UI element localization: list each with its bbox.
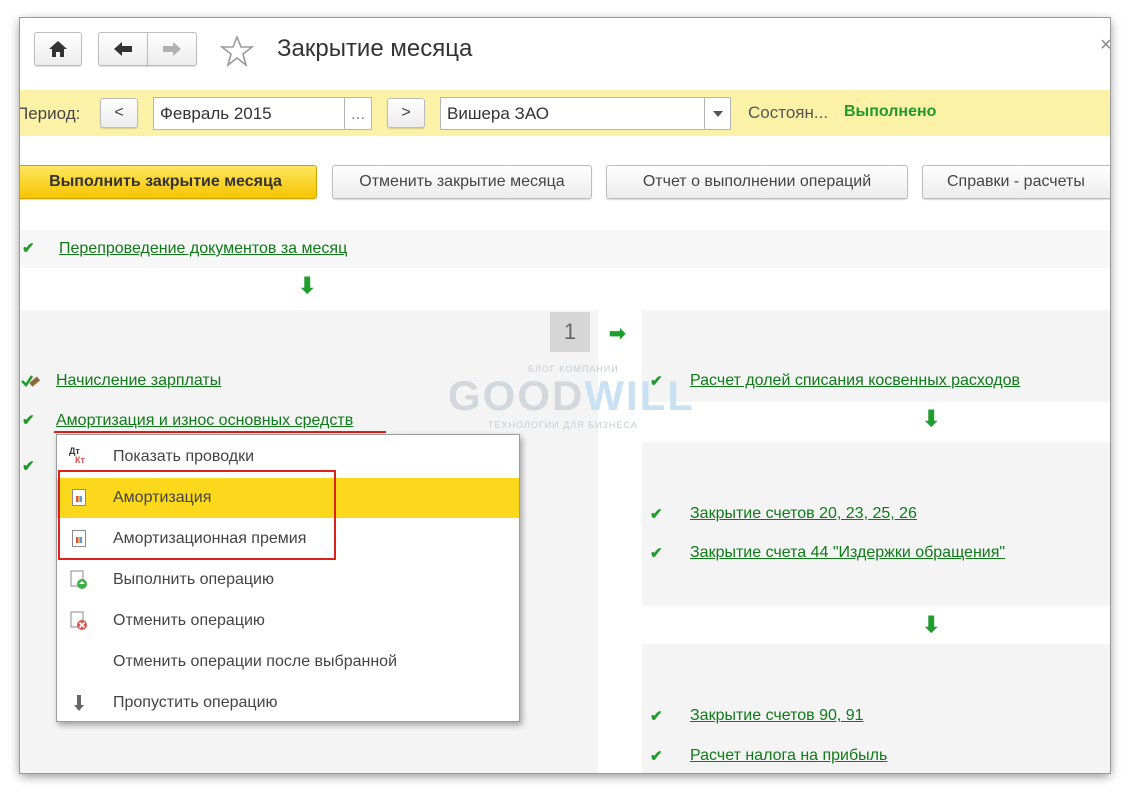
menu-item-label: Пропустить операцию [113, 694, 278, 711]
favorite-star[interactable] [219, 34, 255, 68]
highlight-rectangle [58, 470, 336, 560]
state-value: Выполнено [844, 103, 937, 120]
operations-report-button[interactable]: Отчет о выполнении операций [606, 165, 908, 199]
home-icon [49, 41, 67, 57]
cancel-closing-label: Отменить закрытие месяца [359, 173, 565, 190]
arrow-left-icon [114, 42, 132, 56]
indirect-check-icon: ✔ [650, 373, 663, 390]
close-90-link[interactable]: Закрытие счетов 90, 91 [690, 707, 864, 725]
depreciation-check-icon: ✔ [22, 412, 35, 429]
payroll-link[interactable]: Начисление зарплаты [56, 372, 221, 390]
close-44-link[interactable]: Закрытие счета 44 "Издержки обращения" [690, 544, 1005, 562]
menu-item-label: Отменить операции после выбранной [113, 653, 398, 670]
star-icon [219, 34, 255, 68]
run-closing-label: Выполнить закрытие месяца [49, 173, 282, 190]
close-90-check-icon: ✔ [650, 708, 663, 725]
close-20-check-icon: ✔ [650, 506, 663, 523]
menu-item-cancel-after-selected[interactable]: Отменить операции после выбранной [57, 642, 519, 682]
cancel-closing-button[interactable]: Отменить закрытие месяца [332, 165, 592, 199]
back-button[interactable] [98, 32, 148, 66]
run-closing-button[interactable]: Выполнить закрытие месяца [20, 165, 317, 199]
stage-number: 1 [563, 319, 577, 344]
check-pencil-icon [21, 375, 41, 387]
close-44-check-icon: ✔ [650, 545, 663, 562]
organization-field[interactable]: Вишера ЗАО [440, 97, 705, 130]
period-value: Февраль 2015 [160, 103, 272, 123]
window: Закрытие месяца × Период: < Февраль 2015… [20, 18, 1110, 773]
kt-label: Кт [75, 455, 85, 465]
close-icon[interactable]: × [1100, 34, 1110, 57]
period-field[interactable]: Февраль 2015 [153, 97, 345, 130]
help-calculations-label: Справки - расчеты [947, 173, 1085, 190]
arrow-down-icon [69, 693, 89, 713]
state-label: Состоян... [748, 103, 829, 122]
help-calculations-button[interactable]: Справки - расчеты [922, 165, 1110, 199]
forward-button[interactable] [147, 32, 197, 66]
right-panel-2 [642, 442, 1110, 606]
close-20-link[interactable]: Закрытие счетов 20, 23, 25, 26 [690, 505, 917, 523]
menu-item-label: Показать проводки [113, 448, 255, 465]
next-period-button[interactable]: > [387, 98, 425, 128]
home-button[interactable] [34, 32, 82, 66]
arrow-right-icon: ➡ [609, 323, 626, 345]
period-label: Период: [20, 104, 81, 123]
stage-number-badge: 1 [550, 312, 590, 352]
arrow-right-icon [163, 42, 181, 56]
tax-link[interactable]: Расчет налога на прибыль [690, 747, 887, 765]
organization-value: Вишера ЗАО [447, 103, 550, 123]
organization-dropdown-button[interactable] [704, 97, 731, 130]
arrow-down-icon: ⬇ [298, 273, 317, 298]
payroll-status-icon [20, 372, 42, 395]
cancel-operation-icon [69, 611, 89, 631]
execute-icon [69, 570, 89, 590]
period-picker-button[interactable]: ... [344, 97, 372, 130]
arrow-down-icon-3: ⬇ [922, 612, 941, 637]
repost-check-icon: ✔ [22, 240, 35, 257]
arrow-down-icon-2: ⬇ [922, 406, 941, 431]
ellipsis-icon: ... [350, 103, 366, 123]
operations-report-label: Отчет о выполнении операций [642, 173, 872, 190]
menu-item-skip-operation[interactable]: Пропустить операцию [57, 683, 519, 723]
menu-item-label: Отменить операцию [113, 612, 265, 629]
menu-item-cancel-operation[interactable]: Отменить операцию [57, 601, 519, 641]
indirect-link[interactable]: Расчет долей списания косвенных расходов [690, 372, 1020, 390]
page-title: Закрытие месяца [277, 35, 473, 62]
chevron-down-icon [712, 110, 723, 117]
depreciation-link[interactable]: Амортизация и износ основных средств [56, 412, 353, 430]
prev-period-button[interactable]: < [100, 98, 138, 128]
repost-link[interactable]: Перепроведение документов за месяц [59, 240, 347, 258]
menu-item-execute[interactable]: Выполнить операцию [57, 560, 519, 600]
depreciation-red-underline [54, 431, 386, 433]
menu-item-label: Выполнить операцию [113, 571, 274, 588]
dt-kt-icon: Дт Кт [69, 447, 89, 467]
hidden-step-check-icon: ✔ [22, 458, 35, 475]
tax-check-icon: ✔ [650, 748, 663, 765]
